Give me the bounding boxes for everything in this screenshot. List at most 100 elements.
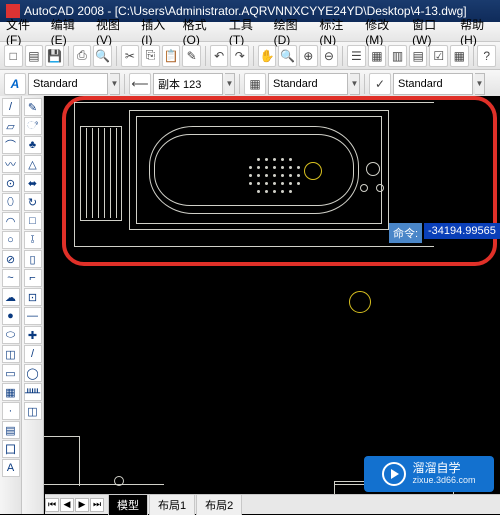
separator: [116, 46, 117, 66]
menu-modify[interactable]: 修改(M): [359, 16, 406, 47]
draw-tool-icon[interactable]: ☁: [2, 288, 20, 306]
tab-nav[interactable]: ⏮ ◀ ▶ ⏭: [45, 498, 104, 512]
dropdown-icon[interactable]: ▼: [110, 73, 120, 95]
dropdown-icon[interactable]: ▼: [350, 73, 360, 95]
tab-layout2[interactable]: 布局2: [196, 494, 242, 515]
plot-icon[interactable]: ⎙: [73, 45, 92, 67]
dcenter-icon[interactable]: ▦: [368, 45, 387, 67]
draw-tool-icon[interactable]: ·: [2, 402, 20, 420]
menu-draw[interactable]: 绘图(D): [268, 16, 314, 47]
modify-tool-icon[interactable]: ♣: [24, 136, 42, 154]
tab-next-icon[interactable]: ▶: [75, 498, 89, 512]
modify-tool-icon[interactable]: ⬌: [24, 174, 42, 192]
menu-dimension[interactable]: 标注(N): [313, 16, 359, 47]
zoom-prev-icon[interactable]: ⊖: [320, 45, 339, 67]
cut-icon[interactable]: ✂: [121, 45, 140, 67]
jet-dot: [281, 174, 284, 177]
draw-tool-icon[interactable]: 囗: [2, 440, 20, 458]
menu-edit[interactable]: 编辑(E): [45, 16, 90, 47]
menu-help[interactable]: 帮助(H): [454, 16, 500, 47]
menu-format[interactable]: 格式(O): [177, 16, 223, 47]
dim-style-select[interactable]: 副本 123: [153, 73, 223, 95]
modify-tool-icon[interactable]: ✎: [24, 98, 42, 116]
draw-tool-icon[interactable]: ▤: [2, 421, 20, 439]
table-style-icon[interactable]: ▦: [244, 73, 266, 95]
menu-insert[interactable]: 插入(I): [135, 16, 176, 47]
new-icon[interactable]: □: [4, 45, 23, 67]
menu-bar[interactable]: 文件(F) 编辑(E) 视图(V) 插入(I) 格式(O) 工具(T) 绘图(D…: [0, 22, 500, 42]
modify-tool-icon[interactable]: ▯: [24, 250, 42, 268]
draw-tool-icon[interactable]: /: [2, 98, 20, 116]
draw-tool-icon[interactable]: ⬭: [2, 326, 20, 344]
modify-tool-icon[interactable]: □: [24, 212, 42, 230]
mleader-style-select[interactable]: Standard: [393, 73, 473, 95]
tab-first-icon[interactable]: ⏮: [45, 498, 59, 512]
draw-tool-icon[interactable]: ~: [2, 269, 20, 287]
dropdown-icon[interactable]: ▼: [225, 73, 235, 95]
modify-tool-icon[interactable]: /: [24, 345, 42, 363]
menu-window[interactable]: 窗口(W): [406, 16, 454, 47]
command-input[interactable]: -34194.99565: [424, 223, 500, 239]
drawing-canvas[interactable]: 命令: -34194.99565 溜溜自学 zixue.3d66.com: [44, 96, 500, 514]
props-icon[interactable]: ☰: [347, 45, 366, 67]
redo-icon[interactable]: ↷: [230, 45, 249, 67]
tpalette-icon[interactable]: ▥: [388, 45, 407, 67]
modify-tool-icon[interactable]: ᚊ: [24, 383, 42, 401]
jet-dot: [297, 166, 300, 169]
modify-tool-icon[interactable]: ⌐: [24, 269, 42, 287]
draw-tool-icon[interactable]: ⬯: [2, 193, 20, 211]
draw-tool-icon[interactable]: ◠: [2, 212, 20, 230]
menu-view[interactable]: 视图(V): [90, 16, 135, 47]
draw-tool-icon[interactable]: A: [2, 459, 20, 477]
text-style-icon[interactable]: A: [4, 73, 26, 95]
paste-icon[interactable]: 📋: [162, 45, 181, 67]
open-icon[interactable]: ▤: [25, 45, 44, 67]
text-style-select[interactable]: Standard: [28, 73, 108, 95]
modify-tool-icon[interactable]: ◫: [24, 402, 42, 420]
dropdown-icon[interactable]: ▼: [475, 73, 485, 95]
draw-tool-icon[interactable]: ▭: [2, 364, 20, 382]
draw-tool-icon[interactable]: ●: [2, 307, 20, 325]
draw-tool-icon[interactable]: 〰: [2, 155, 20, 173]
mleader-style-icon[interactable]: ✓: [369, 73, 391, 95]
modify-tool-icon[interactable]: ⫱: [24, 231, 42, 249]
draw-tool-icon[interactable]: ◫: [2, 345, 20, 363]
cad-line: [104, 128, 105, 218]
modify-tool-icon[interactable]: ◯: [24, 364, 42, 382]
modify-tool-icon[interactable]: —: [24, 307, 42, 325]
calc-icon[interactable]: ▦: [450, 45, 469, 67]
modify-tool-icon[interactable]: ✚: [24, 326, 42, 344]
pan-icon[interactable]: ✋: [258, 45, 277, 67]
faucet-circle: [366, 162, 380, 176]
modify-tool-icon[interactable]: △: [24, 155, 42, 173]
sheetset-icon[interactable]: ▤: [409, 45, 428, 67]
dim-style-icon[interactable]: ⟵: [129, 73, 151, 95]
draw-tool-icon[interactable]: ▦: [2, 383, 20, 401]
tab-layout1[interactable]: 布局1: [149, 494, 195, 515]
save-icon[interactable]: 💾: [45, 45, 64, 67]
preview-icon[interactable]: 🔍: [93, 45, 112, 67]
draw-tool-icon[interactable]: ▱: [2, 117, 20, 135]
draw-tool-icon[interactable]: ⊘: [2, 250, 20, 268]
zoom-win-icon[interactable]: ⊕: [299, 45, 318, 67]
table-style-select[interactable]: Standard: [268, 73, 348, 95]
help-icon[interactable]: ?: [477, 45, 496, 67]
modify-tool-icon[interactable]: ಿ: [24, 117, 42, 135]
tab-prev-icon[interactable]: ◀: [60, 498, 74, 512]
tab-last-icon[interactable]: ⏭: [90, 498, 104, 512]
jet-dot: [265, 166, 268, 169]
markup-icon[interactable]: ☑: [429, 45, 448, 67]
zoom-rt-icon[interactable]: 🔍: [278, 45, 297, 67]
undo-icon[interactable]: ↶: [210, 45, 229, 67]
draw-tool-icon[interactable]: ⌒: [2, 136, 20, 154]
draw-tool-icon[interactable]: ⊙: [2, 174, 20, 192]
menu-tools[interactable]: 工具(T): [223, 16, 268, 47]
copy-icon[interactable]: ⎘: [141, 45, 160, 67]
jet-dot: [273, 158, 276, 161]
menu-file[interactable]: 文件(F): [0, 16, 45, 47]
modify-tool-icon[interactable]: ↻: [24, 193, 42, 211]
modify-tool-icon[interactable]: ⊡: [24, 288, 42, 306]
match-icon[interactable]: ✎: [182, 45, 201, 67]
draw-tool-icon[interactable]: ○: [2, 231, 20, 249]
tab-model[interactable]: 模型: [108, 494, 148, 515]
